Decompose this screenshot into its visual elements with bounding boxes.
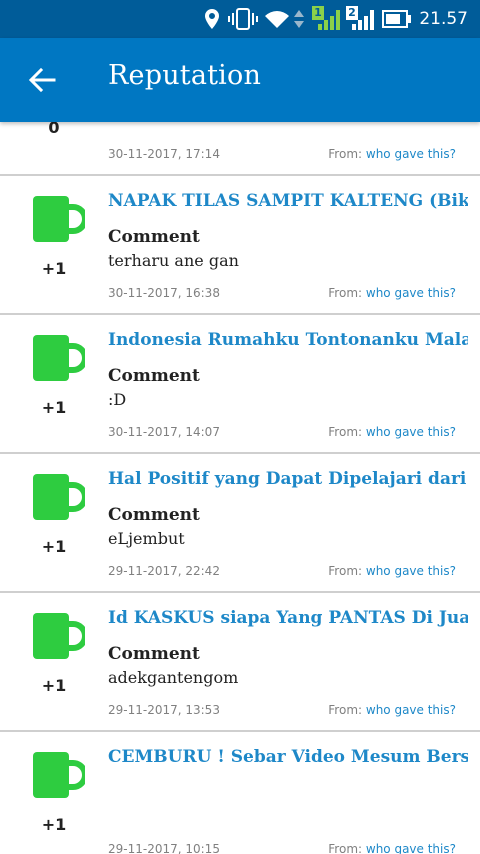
comment-text: terharu ane gan xyxy=(108,251,239,270)
reputation-score: +1 xyxy=(41,815,67,834)
comment-label: Comment xyxy=(108,366,200,386)
green-mug-icon xyxy=(33,474,85,520)
green-mug-icon xyxy=(33,335,85,381)
reputation-score: +1 xyxy=(41,398,67,417)
thread-title-link[interactable]: NAPAK TILAS SAMPIT KALTENG (Bikin xyxy=(108,191,468,211)
green-mug-icon xyxy=(33,196,85,242)
from-label: From: xyxy=(328,703,366,717)
list-item: +1 Indonesia Rumahku Tontonanku Malaysia… xyxy=(0,315,480,454)
clock: 21.57 xyxy=(419,9,468,29)
app-bar: Reputation xyxy=(0,38,480,122)
location-icon xyxy=(205,9,219,29)
list-item-partial: 0 30-11-2017, 17:14 From: who gave this? xyxy=(0,122,480,176)
status-bar: 1 2 21.57 xyxy=(0,0,480,38)
item-date: 29-11-2017, 22:42 xyxy=(108,564,220,578)
who-gave-this-link[interactable]: who gave this? xyxy=(366,842,456,854)
item-from: From: who gave this? xyxy=(328,425,456,439)
green-mug-icon xyxy=(33,613,85,659)
data-arrows-icon xyxy=(294,10,304,28)
item-from: From: who gave this? xyxy=(328,703,456,717)
comment-text: eLjembut xyxy=(108,529,185,548)
item-from: From: who gave this? xyxy=(328,842,456,854)
who-gave-this-link[interactable]: who gave this? xyxy=(366,425,456,439)
item-date: 29-11-2017, 13:53 xyxy=(108,703,220,717)
comment-text: :D xyxy=(108,390,127,409)
item-from: From: who gave this? xyxy=(328,564,456,578)
reputation-score: +1 xyxy=(41,676,67,695)
page-title: Reputation xyxy=(108,60,262,91)
who-gave-this-link[interactable]: who gave this? xyxy=(366,564,456,578)
who-gave-this-link[interactable]: who gave this? xyxy=(366,147,456,161)
comment-label: Comment xyxy=(108,644,200,664)
from-label: From: xyxy=(328,286,366,300)
from-label: From: xyxy=(328,842,366,854)
list-item: +1 Id KASKUS siapa Yang PANTAS Di Jual C… xyxy=(0,593,480,732)
reputation-score: 0 xyxy=(48,122,60,137)
thread-title-link[interactable]: Hal Positif yang Dapat Dipelajari dari K… xyxy=(108,469,468,489)
item-from: From: who gave this? xyxy=(328,286,456,300)
thread-title-link[interactable]: Id KASKUS siapa Yang PANTAS Di Jual xyxy=(108,608,468,628)
reputation-list[interactable]: 0 30-11-2017, 17:14 From: who gave this?… xyxy=(0,122,480,854)
comment-label: Comment xyxy=(108,227,200,247)
item-date: 30-11-2017, 17:14 xyxy=(108,147,220,161)
comment-text: adekgantengom xyxy=(108,668,239,687)
thread-title-link[interactable]: CEMBURU ! Sebar Video Mesum Bersama xyxy=(108,747,468,767)
from-label: From: xyxy=(328,425,366,439)
signal-sim2-icon: 2 xyxy=(346,6,376,32)
who-gave-this-link[interactable]: who gave this? xyxy=(366,703,456,717)
list-item: +1 NAPAK TILAS SAMPIT KALTENG (Bikin Com… xyxy=(0,176,480,315)
item-date: 30-11-2017, 14:07 xyxy=(108,425,220,439)
item-date: 30-11-2017, 16:38 xyxy=(108,286,220,300)
item-date: 29-11-2017, 10:15 xyxy=(108,842,220,854)
vibrate-icon xyxy=(228,8,258,30)
battery-icon xyxy=(382,10,411,28)
reputation-score: +1 xyxy=(41,537,67,556)
thread-title-link[interactable]: Indonesia Rumahku Tontonanku Malaysia xyxy=(108,330,468,350)
green-mug-icon xyxy=(33,752,85,798)
from-label: From: xyxy=(328,564,366,578)
who-gave-this-link[interactable]: who gave this? xyxy=(366,286,456,300)
reputation-score: +1 xyxy=(41,259,67,278)
item-from: From: who gave this? xyxy=(328,147,456,161)
list-item: +1 CEMBURU ! Sebar Video Mesum Bersama 2… xyxy=(0,732,480,854)
back-arrow-icon[interactable] xyxy=(26,64,58,96)
from-label: From: xyxy=(328,147,366,161)
comment-label: Comment xyxy=(108,505,200,525)
signal-sim1-icon: 1 xyxy=(312,6,342,32)
wifi-icon xyxy=(265,11,289,28)
list-item: +1 Hal Positif yang Dapat Dipelajari dar… xyxy=(0,454,480,593)
